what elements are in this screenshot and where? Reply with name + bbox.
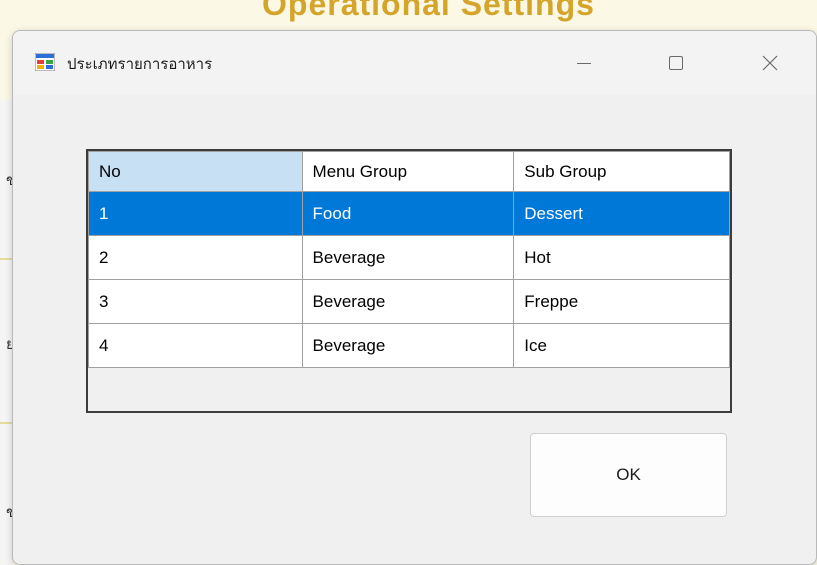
cell-sub-group[interactable]: Hot [513,235,730,280]
table-row[interactable]: 1 Food Dessert [88,191,730,236]
cell-no[interactable]: 2 [88,235,303,280]
grid-header-row: No Menu Group Sub Group [88,151,730,192]
cell-no[interactable]: 3 [88,279,303,324]
maximize-icon [669,56,683,70]
column-header-sub-group[interactable]: Sub Group [513,151,730,192]
cell-menu-group[interactable]: Food [301,191,515,236]
minimize-icon [577,63,591,64]
table-row[interactable]: 4 Beverage Ice [88,323,730,368]
ok-button[interactable]: OK [530,433,727,517]
cell-sub-group[interactable]: Dessert [513,191,730,236]
cell-no[interactable]: 1 [88,191,303,236]
minimize-button[interactable] [561,45,607,81]
background-window-title: Operational Settings [262,0,595,22]
menu-group-grid[interactable]: No Menu Group Sub Group 1 Food Dessert 2… [86,149,732,413]
close-icon [762,55,778,71]
cell-sub-group[interactable]: Ice [513,323,730,368]
title-bar[interactable]: ประเภทรายการอาหาร [13,31,816,95]
cell-menu-group[interactable]: Beverage [301,235,515,280]
cell-no[interactable]: 4 [88,323,303,368]
table-row[interactable]: 3 Beverage Freppe [88,279,730,324]
column-header-menu-group[interactable]: Menu Group [301,151,515,192]
cell-menu-group[interactable]: Beverage [301,279,515,324]
column-header-no[interactable]: No [88,151,303,192]
window-title: ประเภทรายการอาหาร [67,55,213,73]
cell-sub-group[interactable]: Freppe [513,279,730,324]
cell-menu-group[interactable]: Beverage [301,323,515,368]
dialog-window: ประเภทรายการอาหาร No Menu Group Sub Grou… [12,30,817,565]
maximize-button[interactable] [653,45,699,81]
table-row[interactable]: 2 Beverage Hot [88,235,730,280]
grid-table: No Menu Group Sub Group 1 Food Dessert 2… [88,151,730,368]
close-button[interactable] [747,45,793,81]
background-left-edge: ข ย ข [0,100,16,565]
windows-form-icon [35,53,55,71]
